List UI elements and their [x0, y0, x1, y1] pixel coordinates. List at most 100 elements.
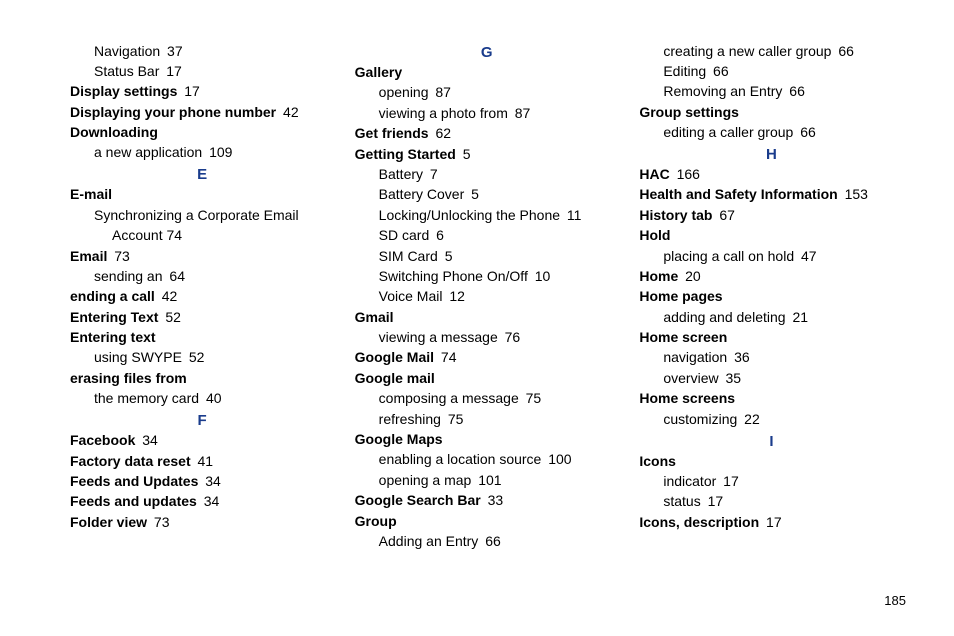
index-page-ref: 67	[719, 207, 735, 223]
index-subentry: Battery Cover 5	[379, 185, 620, 204]
section-letter: I	[639, 433, 904, 450]
index-entry: Feeds and Updates 34	[70, 472, 335, 491]
index-subentry: Voice Mail 12	[379, 287, 620, 306]
index-subentry: refreshing 75	[379, 410, 620, 429]
index-entry: Home screen	[639, 328, 904, 347]
index-page-ref: 17	[166, 63, 182, 79]
index-entry: Group settings	[639, 103, 904, 122]
index-page-ref: 40	[206, 390, 222, 406]
index-entry: Get friends 62	[355, 124, 620, 143]
index-page-ref: 33	[488, 492, 504, 508]
index-entry: Health and Safety Information 153	[639, 185, 904, 204]
index-entry: Downloading	[70, 123, 335, 142]
index-page-ref: 47	[801, 248, 817, 264]
index-entry: Gallery	[355, 63, 620, 82]
index-subentry: SD card 6	[379, 226, 620, 245]
index-entry: Folder view 73	[70, 513, 335, 532]
index-entry: Google Maps	[355, 430, 620, 449]
index-entry-label: Home pages	[639, 288, 722, 304]
index-entry: Email 73	[70, 247, 335, 266]
index-entry: HAC 166	[639, 165, 904, 184]
index-page-ref: 76	[505, 329, 521, 345]
index-page-ref: 17	[708, 493, 724, 509]
index-entry: Home 20	[639, 267, 904, 286]
index-page-ref: 62	[435, 125, 451, 141]
index-subentry-label: Synchronizing a Corporate Email	[94, 207, 299, 223]
index-entry-label: erasing files from	[70, 370, 187, 386]
index-entry: Gmail	[355, 308, 620, 327]
index-page-ref: 17	[766, 514, 782, 530]
index-entry: Display settings 17	[70, 82, 335, 101]
index-entry: ending a call 42	[70, 287, 335, 306]
index-page-ref: 87	[435, 84, 451, 100]
index-subentry-label: adding and deleting	[663, 309, 785, 325]
index-subentry-label: using SWYPE	[94, 349, 182, 365]
index-entry-label: Icons, description	[639, 514, 759, 530]
index-subentry: opening 87	[379, 83, 620, 102]
index-subentry: enabling a location source 100	[379, 450, 620, 469]
index-entry: Entering text	[70, 328, 335, 347]
section-letter: H	[639, 146, 904, 163]
index-entry-label: Getting Started	[355, 146, 456, 162]
index-subentry: overview 35	[663, 369, 904, 388]
index-entry-label: Google Maps	[355, 431, 443, 447]
index-subentry-label: refreshing	[379, 411, 441, 427]
index-page-ref: 21	[792, 309, 808, 325]
index-subentry-label: overview	[663, 370, 718, 386]
page-number: 185	[884, 593, 906, 608]
index-subentry-label: Battery	[379, 166, 423, 182]
index-subentry: status 17	[663, 492, 904, 511]
index-page-ref: 153	[845, 186, 868, 202]
index-entry-label: Folder view	[70, 514, 147, 530]
index-entry: Factory data reset 41	[70, 452, 335, 471]
index-subentry: Removing an Entry 66	[663, 82, 904, 101]
index-entry: Getting Started 5	[355, 145, 620, 164]
index-page-ref: 12	[449, 288, 465, 304]
index-page-ref: 52	[189, 349, 205, 365]
index-subentry-label: enabling a location source	[379, 451, 542, 467]
index-page-ref: 42	[162, 288, 178, 304]
index-subentry: Switching Phone On/Off 10	[379, 267, 620, 286]
index-entry-label: Group settings	[639, 104, 739, 120]
index-subentry-label: Locking/Unlocking the Phone	[379, 207, 560, 223]
index-entry-label: Feeds and updates	[70, 493, 197, 509]
index-entry: Home screens	[639, 389, 904, 408]
index-entry-label: Group	[355, 513, 397, 529]
section-letter: F	[70, 412, 335, 429]
index-subentry-label: Switching Phone On/Off	[379, 268, 528, 284]
index-entry-label: Get friends	[355, 125, 429, 141]
index-entry-label: Downloading	[70, 124, 158, 140]
index-entry-label: Google Search Bar	[355, 492, 481, 508]
index-entry-label: Feeds and Updates	[70, 473, 198, 489]
index-subentry-label: Voice Mail	[379, 288, 443, 304]
index-page-ref: 166	[677, 166, 700, 182]
index-subentry: viewing a message 76	[379, 328, 620, 347]
index-column-1: Navigation 37Status Bar 17Display settin…	[40, 40, 345, 552]
index-entry: erasing files from	[70, 369, 335, 388]
index-page-ref: 73	[114, 248, 130, 264]
index-subentry-label: SIM Card	[379, 248, 438, 264]
index-subentry-label: creating a new caller group	[663, 43, 831, 59]
index-entry-label: Displaying your phone number	[70, 104, 276, 120]
index-entry-label: Google mail	[355, 370, 435, 386]
index-entry: E-mail	[70, 185, 335, 204]
index-page-ref: 74	[166, 227, 182, 243]
index-subentry-label: the memory card	[94, 390, 199, 406]
index-entry-label: Display settings	[70, 83, 177, 99]
index-entry: Icons	[639, 452, 904, 471]
index-entry: Facebook 34	[70, 431, 335, 450]
index-subentry: composing a message 75	[379, 389, 620, 408]
index-entry-label: Google Mail	[355, 349, 434, 365]
index-page-ref: 34	[204, 493, 220, 509]
index-subentry-label: opening	[379, 84, 429, 100]
index-entry-label: History tab	[639, 207, 712, 223]
index-page-ref: 100	[548, 451, 571, 467]
index-page-ref: 34	[142, 432, 158, 448]
index-page-ref: 6	[436, 227, 444, 243]
index-subentry-label: placing a call on hold	[663, 248, 794, 264]
index-subentry-label: sending an	[94, 268, 163, 284]
index-subentry: viewing a photo from 87	[379, 104, 620, 123]
index-entry-label: Facebook	[70, 432, 135, 448]
index-entry: Hold	[639, 226, 904, 245]
index-subentry: Navigation 37	[94, 42, 335, 61]
